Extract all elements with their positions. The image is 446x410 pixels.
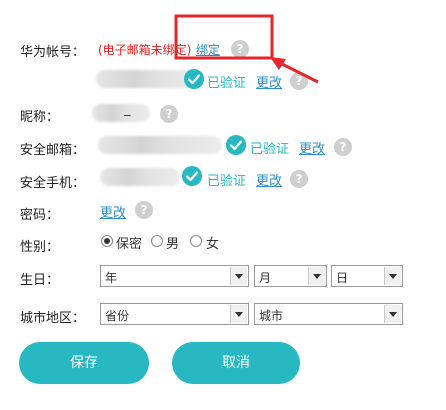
birthday-day-select[interactable]: 日: [331, 265, 403, 287]
dropdown-arrow-icon: [230, 305, 247, 323]
account-verified-text: 已验证: [207, 76, 247, 91]
region-label: 城市地区：: [20, 311, 86, 326]
nickname-label: 昵称：: [20, 110, 60, 125]
help-icon[interactable]: ?: [334, 138, 352, 156]
help-icon[interactable]: ?: [290, 170, 308, 188]
gender-option-male: 男: [166, 237, 180, 252]
month-value: 月: [259, 271, 272, 285]
year-value: 年: [105, 271, 118, 285]
gender-radio-female[interactable]: [190, 235, 202, 247]
gender-radio-secret[interactable]: [101, 235, 113, 247]
gender-label: 性别：: [20, 240, 60, 255]
help-icon[interactable]: ?: [160, 105, 178, 123]
dropdown-arrow-icon: [308, 267, 325, 285]
cancel-button[interactable]: 取消: [172, 342, 300, 384]
account-change-link[interactable]: 更改: [256, 72, 282, 91]
help-icon[interactable]: ?: [231, 40, 249, 58]
city-value: 城市: [259, 309, 284, 323]
nickname-value: _: [124, 102, 131, 117]
phone-label: 安全手机：: [20, 176, 86, 191]
dropdown-arrow-icon: [230, 267, 247, 285]
masked-nickname: [92, 104, 150, 122]
birthday-label: 生日：: [20, 273, 60, 288]
check-icon: [184, 69, 204, 89]
save-button[interactable]: 保存: [19, 342, 149, 384]
bind-email-link[interactable]: 绑定: [196, 41, 220, 58]
birthday-month-select[interactable]: 月: [254, 265, 327, 287]
gender-option-female: 女: [206, 237, 220, 252]
help-icon[interactable]: ?: [290, 72, 308, 90]
check-icon: [226, 135, 246, 155]
dropdown-arrow-icon: [384, 305, 401, 323]
email-change-link[interactable]: 更改: [299, 138, 325, 157]
password-label: 密码：: [20, 208, 60, 223]
phone-verified-text: 已验证: [207, 174, 247, 189]
masked-email: [98, 136, 222, 154]
dropdown-arrow-icon: [384, 267, 401, 285]
annotation-arrow-head: [270, 57, 286, 70]
masked-phone: [100, 168, 180, 186]
city-select[interactable]: 城市: [254, 303, 403, 325]
birthday-year-select[interactable]: 年: [100, 265, 249, 287]
email-unbound-text: (电子邮箱未绑定): [98, 43, 192, 57]
province-value: 省份: [105, 309, 130, 323]
gender-radio-male[interactable]: [151, 235, 163, 247]
check-icon: [182, 166, 202, 186]
password-change-link[interactable]: 更改: [100, 202, 126, 221]
huawei-account-label: 华为帐号：: [20, 45, 86, 60]
phone-change-link[interactable]: 更改: [256, 170, 282, 189]
help-icon[interactable]: ?: [135, 201, 153, 219]
day-value: 日: [336, 271, 349, 285]
email-verified-text: 已验证: [250, 142, 290, 157]
email-label: 安全邮箱：: [20, 143, 86, 158]
gender-option-secret: 保密: [116, 237, 143, 252]
province-select[interactable]: 省份: [100, 303, 249, 325]
